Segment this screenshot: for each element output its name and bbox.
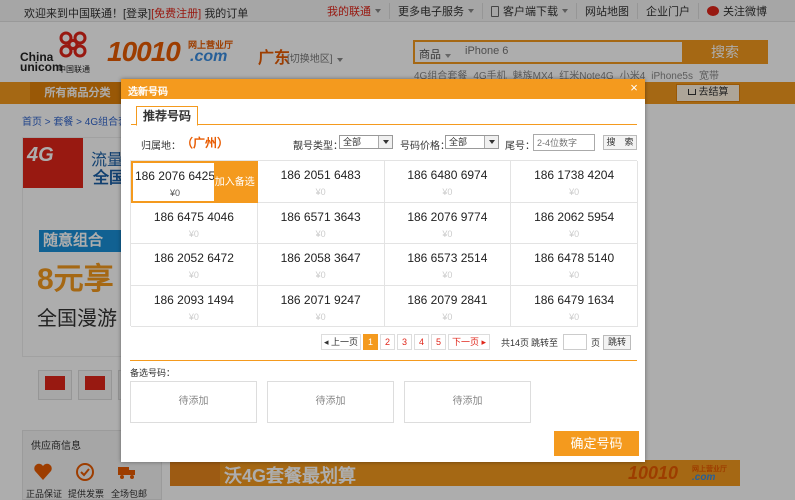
number-price: ¥0 <box>442 187 453 197</box>
phone-number: 186 6475 4046 <box>153 209 234 224</box>
tab-underline <box>131 124 637 125</box>
phone-number: 186 6480 6974 <box>407 168 488 182</box>
number-cell[interactable]: 186 6478 5140 ¥0 <box>511 244 638 286</box>
number-cell[interactable]: 186 1738 4204 ¥0 <box>511 161 638 203</box>
phone-number: 186 2058 3647 <box>280 251 361 265</box>
number-cell[interactable]: 186 2058 3647 ¥0 <box>257 244 385 286</box>
phone-number: 186 2071 9247 <box>280 292 361 307</box>
number-price: ¥0 <box>569 187 580 197</box>
number-cell[interactable]: 186 2076 6425 ¥0 加入备选 <box>131 161 258 203</box>
page-unit-label: 页 <box>591 338 601 348</box>
number-price: ¥0 <box>569 270 580 280</box>
phone-number: 186 6571 3643 <box>280 209 361 224</box>
location-label: 归属地： <box>141 141 181 152</box>
number-price: ¥0 <box>315 270 326 280</box>
phone-number: 186 1738 4204 <box>534 168 615 182</box>
close-icon[interactable]: × <box>627 81 641 95</box>
jump-button[interactable]: 跳转 <box>603 335 631 350</box>
phone-number: 186 6478 5140 <box>534 251 615 265</box>
candidates-label: 备选号码： <box>130 368 176 378</box>
page-button[interactable]: 4 <box>414 334 429 350</box>
location-value: （广州） <box>181 136 230 150</box>
next-page-button[interactable]: 下一页 ▸ <box>448 334 490 350</box>
number-price: ¥0 <box>315 228 326 239</box>
dialog-divider <box>130 360 637 361</box>
number-cell[interactable]: 186 2079 2841 ¥0 <box>384 285 512 327</box>
confirm-number-button[interactable]: 确定号码 <box>554 431 639 456</box>
number-cell[interactable]: 186 2051 6483 ¥0 <box>257 161 385 203</box>
phone-number: 186 2079 2841 <box>407 292 488 307</box>
chevron-down-icon <box>378 136 392 148</box>
number-cell[interactable]: 186 6571 3643 ¥0 <box>257 202 385 244</box>
phone-number: 186 2052 6472 <box>153 251 234 265</box>
phone-number: 186 2051 6483 <box>280 168 361 182</box>
page-button[interactable]: 1 <box>363 334 378 350</box>
phone-number: 186 6479 1634 <box>534 292 615 307</box>
page-button[interactable]: 2 <box>380 334 395 350</box>
number-price: ¥0 <box>569 311 580 322</box>
number-grid: 186 2076 6425 ¥0 加入备选 186 2051 6483 ¥0 186 64… <box>130 160 638 327</box>
number-cell[interactable]: 186 6480 6974 ¥0 <box>384 161 512 203</box>
phone-number: 186 2093 1494 <box>153 292 234 307</box>
candidate-slot[interactable]: 待添加 <box>130 381 257 423</box>
tail-number-label: 尾号： <box>505 141 535 152</box>
number-price: ¥0 <box>315 311 326 322</box>
chevron-down-icon <box>484 136 498 148</box>
price-select[interactable]: 全部 <box>445 135 499 149</box>
phone-number: 186 2076 9774 <box>407 209 488 224</box>
tab-recommended-numbers[interactable]: 推荐号码 <box>136 106 198 126</box>
number-price: ¥0 <box>169 188 180 198</box>
total-pages: 共14页 <box>501 338 530 348</box>
candidate-slot[interactable]: 待添加 <box>404 381 531 423</box>
number-cell[interactable]: 186 6479 1634 ¥0 <box>511 285 638 327</box>
number-cell[interactable]: 186 6573 2514 ¥0 <box>384 244 512 286</box>
number-type-label: 靓号类型： <box>293 141 343 152</box>
number-price: ¥0 <box>442 270 453 280</box>
price-value: 全部 <box>449 137 468 147</box>
number-price: ¥0 <box>315 187 326 197</box>
number-price: ¥0 <box>442 311 453 322</box>
add-candidate-button[interactable]: 加入备选 <box>213 163 256 202</box>
phone-number: 186 6573 2514 <box>407 251 488 265</box>
number-price: ¥0 <box>188 311 199 322</box>
phone-number: 186 2076 6425 <box>134 169 216 183</box>
number-type-select[interactable]: 全部 <box>339 135 393 149</box>
number-price: ¥0 <box>442 228 453 239</box>
tail-number-input[interactable] <box>533 134 595 151</box>
number-cell[interactable]: 186 2071 9247 ¥0 <box>257 285 385 327</box>
candidate-slot[interactable]: 待添加 <box>267 381 394 423</box>
dialog-header: 选新号码 × <box>121 79 645 99</box>
number-type-value: 全部 <box>343 137 362 147</box>
number-price: ¥0 <box>569 228 580 239</box>
page-button[interactable]: 3 <box>397 334 412 350</box>
phone-number: 186 2062 5954 <box>534 209 615 224</box>
dialog-title: 选新号码 <box>128 87 168 98</box>
page-button[interactable]: 5 <box>431 334 446 350</box>
filter-bar: 归属地： （广州） 靓号类型： 全部 号码价格： 全部 尾号： 搜 索 <box>121 133 645 153</box>
price-label: 号码价格： <box>400 141 450 152</box>
number-cell[interactable]: 186 2093 1494 ¥0 <box>131 285 258 327</box>
filter-search-button[interactable]: 搜 索 <box>603 135 637 150</box>
jump-page-input[interactable] <box>563 334 587 350</box>
jump-to-label: 跳转至 <box>531 338 559 348</box>
number-cell[interactable]: 186 6475 4046 ¥0 <box>131 202 258 244</box>
select-number-dialog: 选新号码 × 推荐号码 归属地： （广州） 靓号类型： 全部 号码价格： 全部 … <box>121 79 645 462</box>
number-cell[interactable]: 186 2076 9774 ¥0 <box>384 202 512 244</box>
prev-page-button[interactable]: ◂ 上一页 <box>321 334 361 350</box>
number-price: ¥0 <box>188 228 199 239</box>
number-cell[interactable]: 186 2062 5954 ¥0 <box>511 202 638 244</box>
number-price: ¥0 <box>188 270 199 280</box>
number-cell[interactable]: 186 2052 6472 ¥0 <box>131 244 258 286</box>
